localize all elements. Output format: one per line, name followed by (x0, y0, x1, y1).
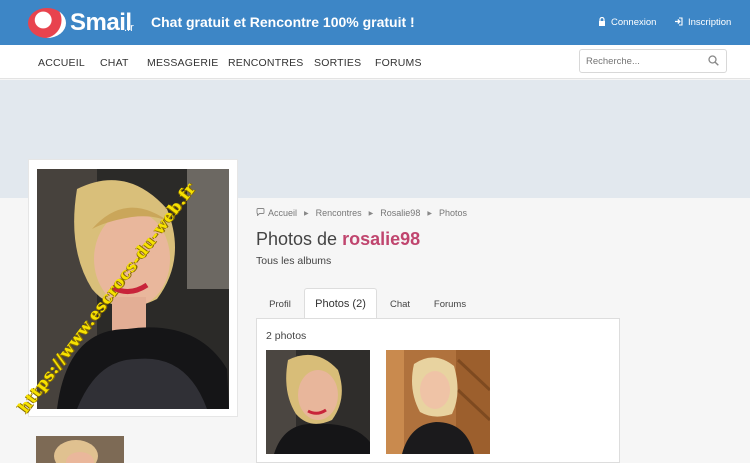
caret-right-icon: ▶ (368, 210, 374, 217)
album-photo-2[interactable] (386, 350, 490, 454)
tab-photos[interactable]: Photos (2) (304, 288, 377, 319)
album-photo-1[interactable] (266, 350, 370, 454)
page-title-prefix: Photos de (256, 229, 338, 249)
photo-count: 2 photos (266, 330, 307, 342)
nav-forums[interactable]: FORUMS (375, 57, 422, 69)
search-input[interactable] (586, 53, 696, 69)
login-label: Connexion (611, 17, 657, 28)
breadcrumb-user[interactable]: Rosalie98 (380, 208, 420, 218)
profile-tabs: Profil Photos (2) Chat Forums (256, 288, 620, 319)
site-logo[interactable]: Smail .fr (28, 6, 148, 40)
breadcrumb-rencontres[interactable]: Rencontres (316, 208, 362, 218)
nav-messagerie[interactable]: MESSAGERIE (147, 57, 218, 69)
breadcrumb: Accueil ▶ Rencontres ▶ Rosalie98 ▶ Photo… (256, 208, 467, 218)
login-link[interactable]: Connexion (598, 16, 657, 28)
nav-chat[interactable]: CHAT (100, 57, 129, 69)
chat-bubble-icon (256, 208, 265, 218)
page-title: Photos de rosalie98 (256, 229, 420, 250)
main-nav: ACCUEIL CHAT MESSAGERIE RENCONTRES SORTI… (0, 45, 750, 79)
logo-text: Smail (70, 9, 132, 36)
signup-link[interactable]: Inscription (674, 17, 731, 28)
sign-in-icon (674, 17, 683, 28)
nav-sorties[interactable]: SORTIES (314, 57, 361, 69)
profile-card (28, 159, 238, 417)
logo-tld: .fr (124, 22, 134, 34)
top-bar: Smail .fr Chat gratuit et Rencontre 100%… (0, 0, 750, 45)
album-panel: 2 photos (256, 318, 620, 463)
logo-icon (28, 8, 66, 38)
lock-icon (598, 16, 606, 28)
nav-rencontres[interactable]: RENCONTRES (228, 57, 304, 69)
site-tagline: Chat gratuit et Rencontre 100% gratuit ! (151, 14, 415, 30)
signup-label: Inscription (688, 17, 732, 28)
albums-subtitle[interactable]: Tous les albums (256, 255, 331, 267)
search-box (579, 49, 727, 73)
profile-photo[interactable] (37, 169, 229, 409)
page-title-username[interactable]: rosalie98 (342, 229, 420, 249)
caret-right-icon: ▶ (304, 210, 309, 217)
nav-accueil[interactable]: ACCUEIL (38, 57, 85, 69)
tab-chat[interactable]: Chat (377, 288, 423, 319)
search-icon[interactable] (708, 55, 719, 66)
breadcrumb-accueil[interactable]: Accueil (268, 208, 297, 218)
caret-right-icon: ▶ (427, 210, 432, 217)
profile-thumbnail[interactable] (36, 436, 124, 463)
breadcrumb-photos: Photos (438, 208, 467, 218)
tab-forums[interactable]: Forums (423, 288, 477, 319)
tab-profil[interactable]: Profil (256, 288, 304, 319)
